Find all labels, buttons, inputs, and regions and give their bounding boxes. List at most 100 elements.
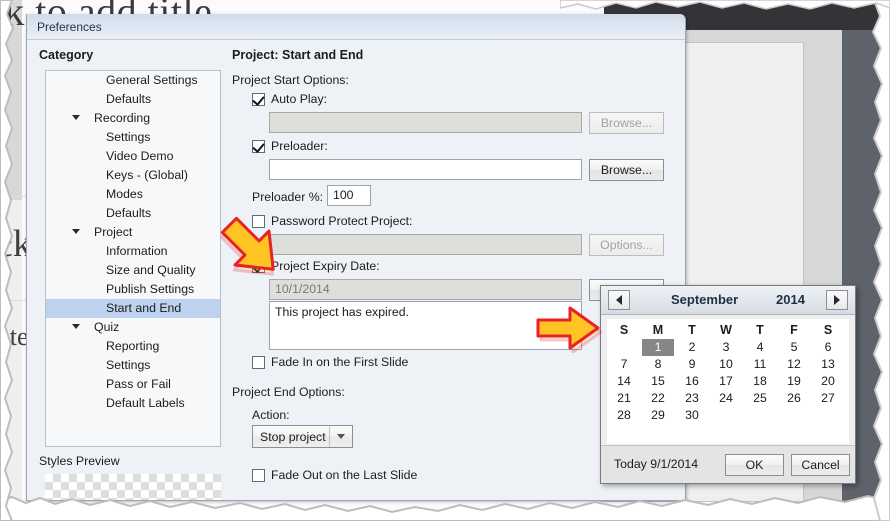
dialog-body: Category General Settings Defaults Recordi… <box>27 40 685 500</box>
sidebar-item-pass-or-fail[interactable]: Pass or Fail <box>46 375 220 394</box>
triangle-down-icon[interactable] <box>72 229 80 234</box>
calendar-next-month-button[interactable] <box>826 290 848 310</box>
styles-preview-label: Styles Preview <box>39 454 120 468</box>
calendar-day-cell[interactable]: 22 <box>642 390 674 407</box>
sidebar-item-reporting[interactable]: Reporting <box>46 337 220 356</box>
calendar-day-cell[interactable]: 29 <box>642 407 674 424</box>
calendar-day-cell[interactable]: 21 <box>608 390 640 407</box>
annotation-arrow-down-right <box>220 216 275 276</box>
action-dropdown[interactable]: Stop project <box>252 425 353 448</box>
sidebar-item-publish-settings[interactable]: Publish Settings <box>46 280 220 299</box>
preloader-browse-button[interactable]: Browse... <box>589 159 664 181</box>
calendar-day-cell[interactable]: 8 <box>642 356 674 373</box>
background-fragment-b: i te <box>0 322 29 351</box>
fade-in-checkbox-row[interactable]: Fade In on the First Slide <box>252 355 408 369</box>
sidebar-item-defaults[interactable]: Defaults <box>46 204 220 223</box>
calendar-day-header: S <box>619 323 629 337</box>
calendar-day-cell[interactable]: 5 <box>778 339 810 356</box>
sidebar-item-size-and-quality[interactable]: Size and Quality <box>46 261 220 280</box>
sidebar-item-label: Project <box>94 225 133 239</box>
password-options-button: Options... <box>589 234 664 256</box>
category-header: Category <box>39 48 94 62</box>
calendar-day-cell[interactable]: 28 <box>608 407 640 424</box>
calendar-day-cell[interactable]: 12 <box>778 356 810 373</box>
preloader-field[interactable] <box>269 159 582 180</box>
calendar-day-cell[interactable]: 19 <box>778 373 810 390</box>
calendar-day-cell[interactable]: 20 <box>812 373 844 390</box>
right-triangle-icon <box>834 295 840 305</box>
calendar-day-cell[interactable]: 26 <box>778 390 810 407</box>
calendar-day-cell[interactable]: 10 <box>710 356 742 373</box>
sidebar-item-general-settings[interactable]: General Settings <box>46 71 220 90</box>
calendar-day-cell[interactable]: 2 <box>676 339 708 356</box>
calendar-cancel-button[interactable]: Cancel <box>791 454 850 476</box>
calendar-day-cell[interactable]: 7 <box>608 356 640 373</box>
sidebar-item-video-demo[interactable]: Video Demo <box>46 147 220 166</box>
sidebar-item-label: Pass or Fail <box>106 377 171 391</box>
sidebar-item-label: Defaults <box>106 92 152 106</box>
calendar-day-cell[interactable]: 18 <box>744 373 776 390</box>
auto-play-checkbox[interactable] <box>252 92 265 106</box>
action-dropdown-value: Stop project <box>260 429 326 444</box>
calendar-day-cell[interactable]: 3 <box>710 339 742 356</box>
sidebar-item-default-labels[interactable]: Default Labels <box>46 394 220 413</box>
calendar-day-cell[interactable]: 6 <box>812 339 844 356</box>
calendar-day-cell[interactable]: 23 <box>676 390 708 407</box>
calendar-day-cell[interactable]: 1 <box>642 339 674 356</box>
preloader-checkbox-row[interactable]: Preloader: <box>252 139 328 153</box>
preloader-percent-field[interactable]: 100 <box>327 185 371 206</box>
triangle-down-icon[interactable] <box>72 324 80 329</box>
calendar-day-cell[interactable]: 14 <box>608 373 640 390</box>
auto-play-label: Auto Play: <box>271 92 328 106</box>
project-expiry-date-field[interactable]: 10/1/2014 <box>269 279 582 300</box>
sidebar-item-start-and-end[interactable]: Start and End <box>46 299 220 318</box>
sidebar-item-quiz[interactable]: Quiz <box>46 318 220 337</box>
calendar-ok-button[interactable]: OK <box>725 454 784 476</box>
sidebar-item-settings[interactable]: Settings <box>46 128 220 147</box>
screenshot-root: ck to add title ck i te Preferences Cate… <box>0 0 890 521</box>
preloader-percent-label: Preloader %: <box>252 190 324 204</box>
sidebar-item-project[interactable]: Project <box>46 223 220 242</box>
sidebar-item-label: Defaults <box>106 206 152 220</box>
sidebar-item-defaults[interactable]: Defaults <box>46 90 220 109</box>
left-triangle-icon <box>616 295 622 305</box>
preloader-label: Preloader: <box>271 139 328 153</box>
sidebar-item-keys-global[interactable]: Keys - (Global) <box>46 166 220 185</box>
preloader-checkbox[interactable] <box>252 139 265 153</box>
password-protect-label: Password Protect Project: <box>271 214 413 228</box>
auto-play-checkbox-row[interactable]: Auto Play: <box>252 92 327 106</box>
calendar-today-label[interactable]: Today 9/1/2014 <box>614 457 698 471</box>
calendar-day-cell[interactable]: 9 <box>676 356 708 373</box>
sidebar-item-label: Settings <box>106 130 151 144</box>
category-list[interactable]: General Settings Defaults Recording Setting… <box>45 70 221 447</box>
calendar-week-row: 7 8 9 10 11 12 13 <box>607 356 849 373</box>
calendar-day-cell[interactable]: 4 <box>744 339 776 356</box>
sidebar-item-settings[interactable]: Settings <box>46 356 220 375</box>
calendar-day-cell[interactable]: 24 <box>710 390 742 407</box>
calendar-day-empty <box>744 407 776 424</box>
calendar-day-cell[interactable]: 17 <box>710 373 742 390</box>
calendar-day-header: W <box>720 323 732 337</box>
sidebar-item-modes[interactable]: Modes <box>46 185 220 204</box>
calendar-day-cell[interactable]: 13 <box>812 356 844 373</box>
triangle-down-icon[interactable] <box>72 115 80 120</box>
chevron-down-icon <box>330 434 352 439</box>
sidebar-item-label: Modes <box>106 187 143 201</box>
sidebar-item-label: Recording <box>94 111 151 125</box>
calendar-day-cell[interactable]: 15 <box>642 373 674 390</box>
calendar-popup[interactable]: September 2014 S M T W T F S 1 2 3 4 5 6 7 8 9 10 11 12 13 1… <box>600 285 856 484</box>
sidebar-item-label: Default Labels <box>106 396 185 410</box>
calendar-day-cell[interactable]: 16 <box>676 373 708 390</box>
sidebar-item-information[interactable]: Information <box>46 242 220 261</box>
calendar-day-cell[interactable]: 27 <box>812 390 844 407</box>
sidebar-item-recording[interactable]: Recording <box>46 109 220 128</box>
styles-preview-swatch <box>45 474 221 500</box>
fade-out-checkbox-row[interactable]: Fade Out on the Last Slide <box>252 468 417 482</box>
calendar-day-cell[interactable]: 11 <box>744 356 776 373</box>
calendar-grid[interactable]: S M T W T F S 1 2 3 4 5 6 7 8 9 10 11 12 13 14 15 16 17 18 19 20 21… <box>607 319 849 444</box>
calendar-day-cell[interactable]: 25 <box>744 390 776 407</box>
calendar-prev-month-button[interactable] <box>608 290 630 310</box>
fade-in-checkbox[interactable] <box>252 355 265 369</box>
fade-out-checkbox[interactable] <box>252 468 265 482</box>
calendar-day-cell[interactable]: 30 <box>676 407 708 424</box>
